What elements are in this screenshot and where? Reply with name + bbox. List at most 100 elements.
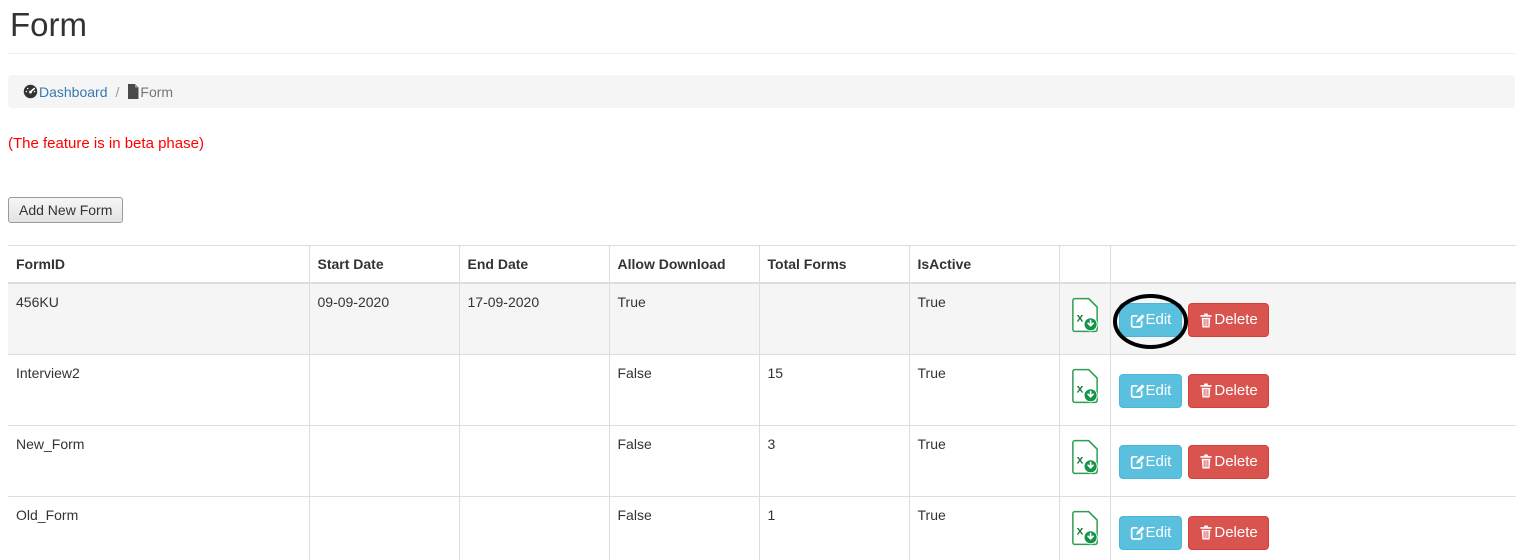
edit-pencil-square-icon: [1130, 383, 1146, 398]
cell-end-date: [459, 496, 609, 560]
column-header-actions: [1110, 246, 1516, 284]
excel-cell: x: [1059, 425, 1110, 496]
table-row: Old_Form False1True x Edit: [8, 496, 1516, 560]
column-header-allow-download: Allow Download: [609, 246, 759, 284]
delete-button-wrap: Delete: [1188, 516, 1268, 550]
cell-allow-download: True: [609, 283, 759, 354]
trash-icon: [1199, 383, 1214, 398]
table-header-row: FormID Start Date End Date Allow Downloa…: [8, 246, 1516, 284]
svg-text:x: x: [1076, 311, 1083, 325]
page-container: Form Dashboard / Form: [0, 6, 1523, 560]
breadcrumb-current-label: Form: [140, 84, 173, 100]
delete-button[interactable]: Delete: [1188, 516, 1268, 550]
cell-isactive: True: [909, 354, 1059, 425]
trash-icon: [1199, 454, 1214, 469]
cell-formid: Interview2: [8, 354, 309, 425]
excel-export-icon[interactable]: x: [1071, 368, 1099, 409]
actions-cell: Edit Delete: [1110, 283, 1516, 354]
delete-button-wrap: Delete: [1188, 445, 1268, 479]
edit-button[interactable]: Edit: [1119, 374, 1183, 408]
delete-button-wrap: Delete: [1188, 303, 1268, 337]
page-title: Form: [10, 6, 1515, 44]
cell-isactive: True: [909, 283, 1059, 354]
delete-button-label: Delete: [1214, 453, 1257, 471]
edit-button[interactable]: Edit: [1119, 445, 1183, 479]
cell-allow-download: False: [609, 496, 759, 560]
cell-allow-download: False: [609, 425, 759, 496]
breadcrumb-dashboard-label: Dashboard: [39, 84, 108, 100]
table-row: 456KU09-09-202017-09-2020TrueTrue x Edit: [8, 283, 1516, 354]
svg-text:x: x: [1076, 452, 1083, 466]
edit-pencil-square-icon: [1130, 313, 1146, 328]
edit-button[interactable]: Edit: [1119, 516, 1183, 550]
cell-isactive: True: [909, 425, 1059, 496]
column-header-excel: [1059, 246, 1110, 284]
edit-button-label: Edit: [1146, 382, 1172, 400]
cell-start-date: [309, 425, 459, 496]
column-header-end-date: End Date: [459, 246, 609, 284]
cell-formid: New_Form: [8, 425, 309, 496]
beta-phase-note: (The feature is in beta phase): [8, 135, 1515, 152]
delete-button-label: Delete: [1214, 311, 1257, 329]
breadcrumb-separator: /: [116, 84, 120, 100]
edit-button-label: Edit: [1146, 524, 1172, 542]
edit-button[interactable]: Edit: [1119, 303, 1183, 337]
delete-button-label: Delete: [1214, 524, 1257, 542]
cell-start-date: [309, 496, 459, 560]
edit-button-label: Edit: [1146, 453, 1172, 471]
dashboard-gauge-icon: [23, 84, 38, 99]
cell-formid: 456KU: [8, 283, 309, 354]
edit-button-wrap: Edit: [1119, 374, 1183, 408]
edit-button-label: Edit: [1146, 311, 1172, 329]
cell-isactive: True: [909, 496, 1059, 560]
column-header-isactive: IsActive: [909, 246, 1059, 284]
forms-table: FormID Start Date End Date Allow Downloa…: [8, 245, 1516, 560]
cell-total-forms: 3: [759, 425, 909, 496]
excel-cell: x: [1059, 354, 1110, 425]
cell-start-date: [309, 354, 459, 425]
column-header-start-date: Start Date: [309, 246, 459, 284]
excel-cell: x: [1059, 283, 1110, 354]
edit-button-wrap: Edit: [1119, 445, 1183, 479]
excel-export-icon[interactable]: x: [1071, 439, 1099, 480]
column-header-total-forms: Total Forms: [759, 246, 909, 284]
delete-button[interactable]: Delete: [1188, 374, 1268, 408]
delete-button[interactable]: Delete: [1188, 445, 1268, 479]
delete-button-label: Delete: [1214, 382, 1257, 400]
cell-total-forms: 15: [759, 354, 909, 425]
title-divider: [8, 53, 1515, 54]
edit-button-wrap: Edit: [1119, 516, 1183, 550]
table-header: FormID Start Date End Date Allow Downloa…: [8, 246, 1516, 284]
breadcrumb: Dashboard / Form: [8, 75, 1515, 108]
cell-total-forms: 1: [759, 496, 909, 560]
table-row: New_Form False3True x Edit: [8, 425, 1516, 496]
actions-cell: Edit Delete: [1110, 354, 1516, 425]
column-header-formid: FormID: [8, 246, 309, 284]
breadcrumb-dashboard-link[interactable]: Dashboard: [23, 84, 108, 100]
edit-pencil-square-icon: [1130, 525, 1146, 540]
excel-export-icon[interactable]: x: [1071, 297, 1099, 338]
cell-formid: Old_Form: [8, 496, 309, 560]
breadcrumb-current: Form: [127, 84, 173, 100]
table-row: Interview2 False15True x Edit: [8, 354, 1516, 425]
actions-cell: Edit Delete: [1110, 425, 1516, 496]
cell-start-date: 09-09-2020: [309, 283, 459, 354]
trash-icon: [1199, 313, 1214, 328]
delete-button-wrap: Delete: [1188, 374, 1268, 408]
cell-end-date: 17-09-2020: [459, 283, 609, 354]
file-icon: [127, 84, 139, 99]
cell-end-date: [459, 354, 609, 425]
edit-button-wrap: Edit: [1119, 303, 1183, 337]
excel-cell: x: [1059, 496, 1110, 560]
excel-export-icon[interactable]: x: [1071, 510, 1099, 551]
trash-icon: [1199, 525, 1214, 540]
svg-text:x: x: [1076, 523, 1083, 537]
form-table-body: 456KU09-09-202017-09-2020TrueTrue x Edit: [8, 283, 1516, 560]
edit-pencil-square-icon: [1130, 454, 1146, 469]
delete-button[interactable]: Delete: [1188, 303, 1268, 337]
svg-text:x: x: [1076, 381, 1083, 395]
cell-end-date: [459, 425, 609, 496]
cell-allow-download: False: [609, 354, 759, 425]
add-new-form-button[interactable]: Add New Form: [8, 197, 123, 223]
cell-total-forms: [759, 283, 909, 354]
